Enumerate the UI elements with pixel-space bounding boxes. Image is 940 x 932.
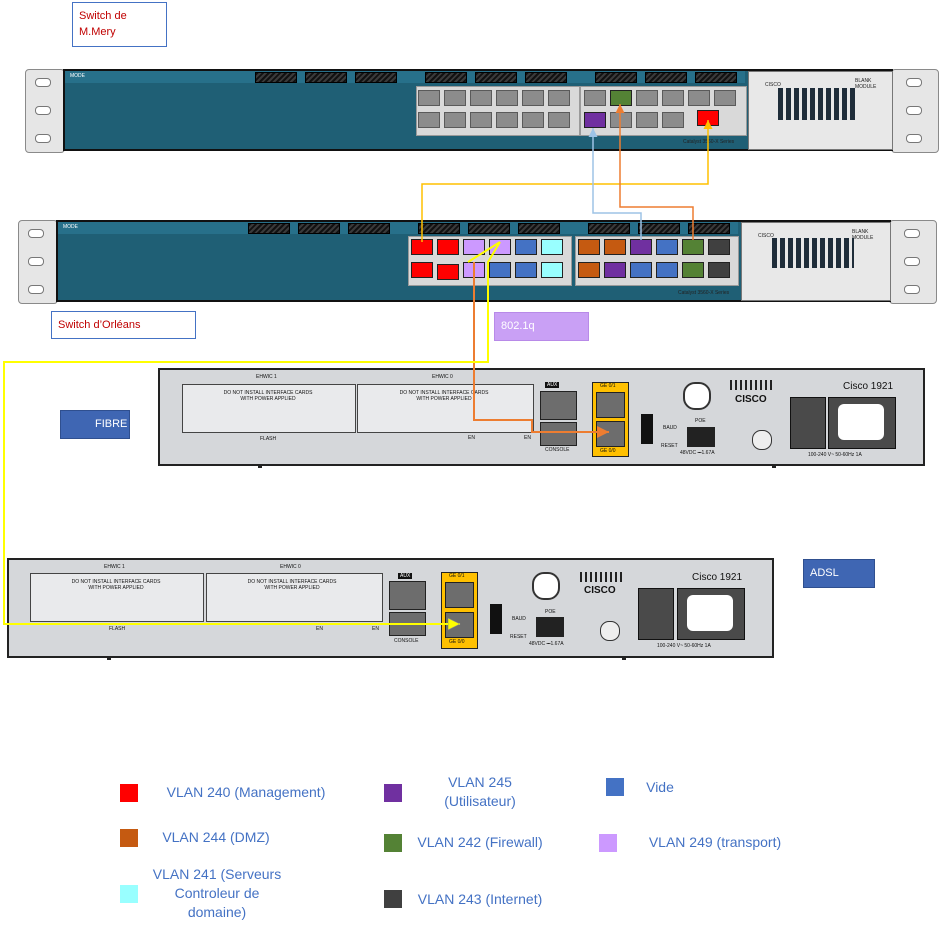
- legend-swatch: [120, 784, 138, 802]
- legend-swatch: [120, 829, 138, 847]
- legend-label: VLAN 244 (DMZ): [162, 829, 270, 845]
- legend-swatch: [384, 784, 402, 802]
- legend-swatch: [606, 778, 624, 796]
- legend-swatch: [599, 834, 617, 852]
- legend-label: VLAN 245 (Utilisateur): [444, 774, 516, 809]
- legend-label: VLAN 243 (Internet): [417, 891, 543, 907]
- legend-swatch: [384, 834, 402, 852]
- legend-swatch: [120, 885, 138, 903]
- cable-trunk-gold: [421, 120, 713, 242]
- legend-label: VLAN 240 (Management): [166, 784, 326, 800]
- legend-label: VLAN 242 (Firewall): [417, 834, 543, 850]
- legend-label: VLAN 241 (Serveurs Controleur de domaine…: [152, 866, 282, 920]
- legend-swatch: [384, 890, 402, 908]
- cable-vlan242-orange: [615, 104, 694, 240]
- legend-label: VLAN 249 (transport): [648, 834, 782, 850]
- legend-label: Vide: [646, 779, 674, 795]
- cable-adsl-yellow: [3, 241, 501, 624]
- cable-fibre-orange: [473, 262, 609, 438]
